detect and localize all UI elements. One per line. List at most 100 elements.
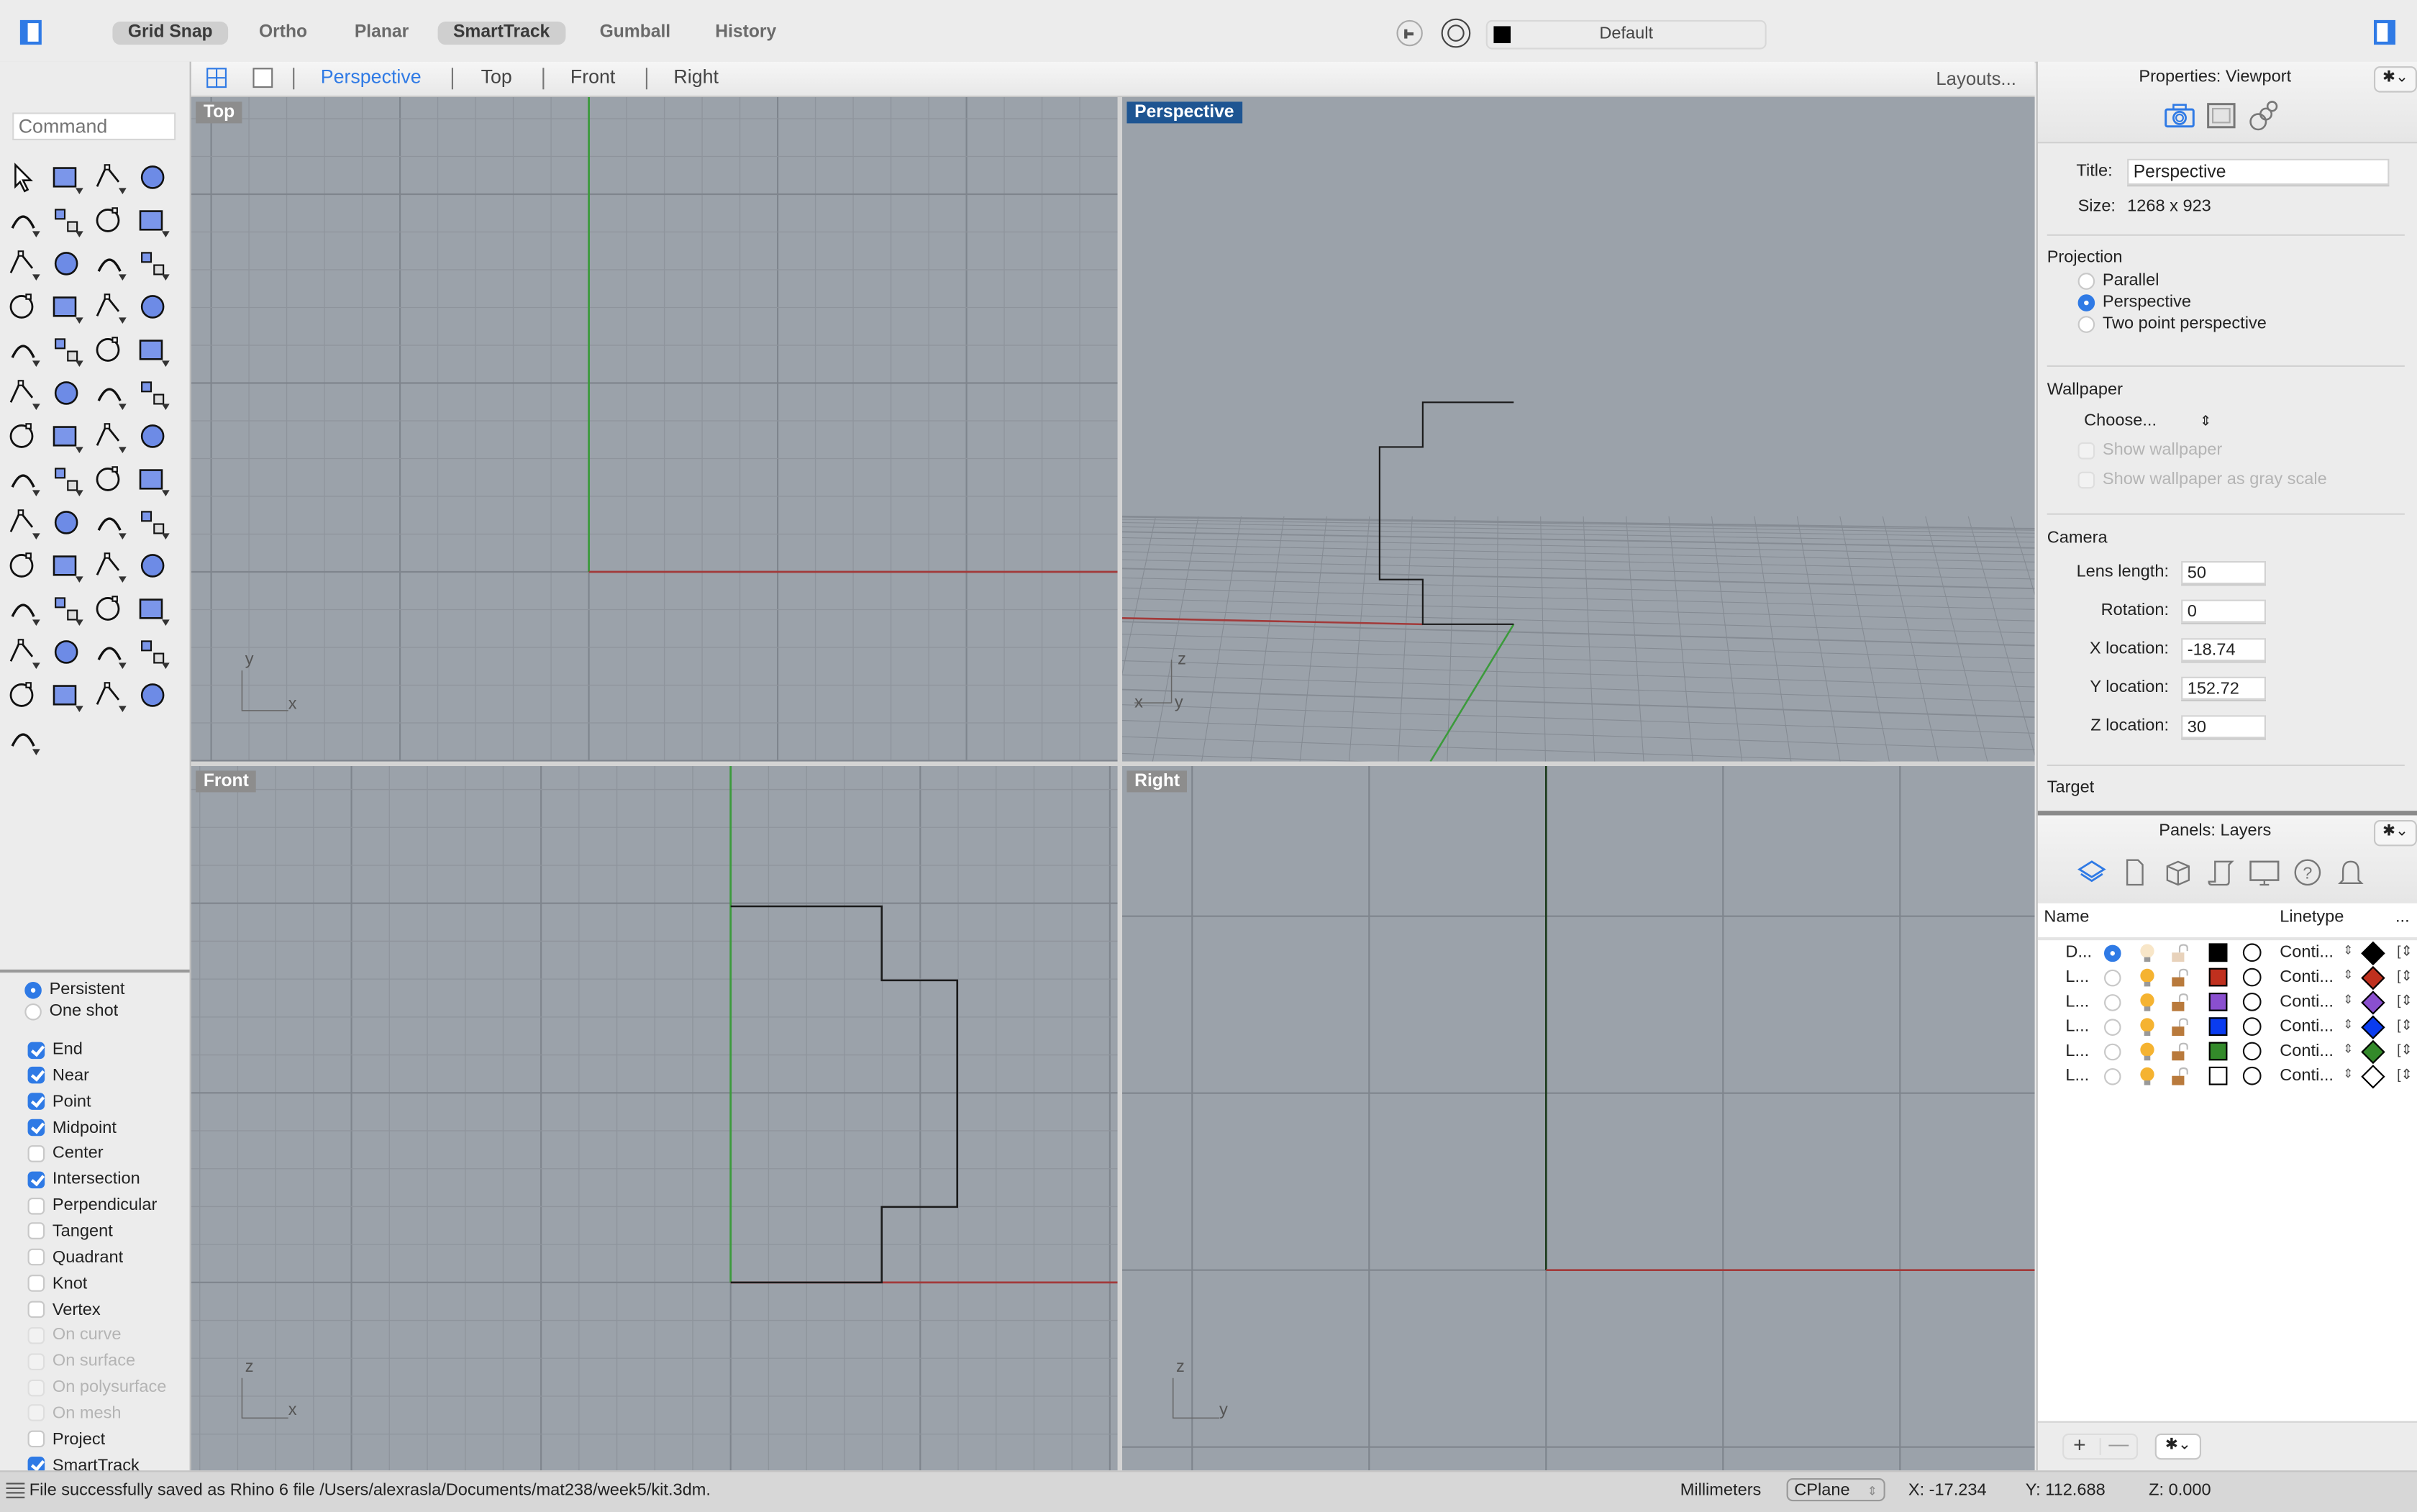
zoom-window-icon[interactable] xyxy=(47,547,84,584)
camera-z-location-input[interactable]: 30 xyxy=(2181,715,2266,739)
layer-current-radio[interactable] xyxy=(2104,1068,2121,1085)
object-linkage-icon[interactable] xyxy=(2247,99,2281,132)
layer-row[interactable]: L... Conti... ⇕ [⇕ xyxy=(2038,1014,2417,1039)
column-name[interactable]: Name xyxy=(2044,908,2089,926)
layer-linetype[interactable]: Conti... xyxy=(2280,1042,2334,1061)
four-viewports-icon[interactable] xyxy=(206,68,227,88)
units-label[interactable]: Millimeters xyxy=(1680,1481,1762,1500)
column-linetype[interactable]: Linetype xyxy=(2280,908,2344,926)
updown-chevron-icon[interactable]: ⇕ xyxy=(2343,1017,2353,1031)
mirror-icon[interactable] xyxy=(134,461,170,498)
layer-color-swatch[interactable] xyxy=(2208,1042,2228,1061)
layer-color-swatch[interactable] xyxy=(2208,967,2228,987)
osnap-intersection-checkbox[interactable]: Intersection xyxy=(27,1167,140,1192)
tab-top[interactable]: Top xyxy=(481,66,512,88)
command-history-icon[interactable] xyxy=(6,1483,25,1500)
primitives-icon[interactable] xyxy=(91,504,127,541)
updown-chevron-icon[interactable]: ⇕ xyxy=(2343,993,2353,1006)
script-scroll-icon[interactable] xyxy=(2204,855,2238,889)
lightbulb-icon[interactable] xyxy=(2138,1042,2157,1062)
command-input[interactable] xyxy=(12,112,176,140)
material-circle-icon[interactable] xyxy=(2242,1017,2262,1036)
column-more[interactable]: ... xyxy=(2395,908,2410,926)
print-color-diamond[interactable] xyxy=(2361,941,2385,966)
viewport-label-right[interactable]: Right xyxy=(1126,770,1188,793)
layer-color-swatch[interactable] xyxy=(2208,943,2228,962)
walkabout-car-icon[interactable] xyxy=(47,591,84,627)
lightbulb-icon[interactable] xyxy=(2138,943,2157,963)
layer-name[interactable]: D... xyxy=(2065,943,2092,962)
curve-icon[interactable] xyxy=(134,159,170,196)
layer-cake-icon[interactable] xyxy=(91,634,127,670)
updown-chevron-icon[interactable]: ⇕ xyxy=(2343,1067,2353,1080)
viewport-perspective[interactable]: Perspective z x y xyxy=(1122,97,2035,762)
document-icon[interactable] xyxy=(2118,855,2152,889)
layer-name[interactable]: L... xyxy=(2065,968,2089,987)
layer-name[interactable]: L... xyxy=(2065,1067,2089,1085)
material-circle-icon[interactable] xyxy=(2242,1066,2262,1085)
unlock-icon[interactable] xyxy=(2170,1042,2189,1062)
layer-current-radio[interactable] xyxy=(2104,1043,2121,1061)
single-viewport-icon[interactable] xyxy=(252,68,273,88)
lightbulb-icon[interactable] xyxy=(4,634,41,670)
layer-row[interactable]: L... Conti... ⇕ [⇕ xyxy=(2038,1064,2417,1089)
join-puzzle-icon[interactable] xyxy=(4,332,41,368)
zoom-in-out-icon[interactable] xyxy=(4,547,41,584)
print-width-select[interactable]: [⇕ xyxy=(2397,1067,2413,1084)
grid-sphere-icon[interactable] xyxy=(47,677,84,714)
camera-icon[interactable] xyxy=(2162,101,2196,129)
layer-row[interactable]: L... Conti... ⇕ [⇕ xyxy=(2038,1039,2417,1065)
fillet-edge-icon[interactable] xyxy=(4,504,41,541)
layer-name[interactable]: L... xyxy=(2065,993,2089,1011)
unlock-icon[interactable] xyxy=(2170,943,2189,963)
layer-current-radio[interactable] xyxy=(2104,969,2121,987)
rectangle-icon[interactable] xyxy=(134,202,170,239)
osnap-on-surface-checkbox[interactable]: On surface xyxy=(27,1349,135,1373)
osnap-on-curve-checkbox[interactable]: On curve xyxy=(27,1323,122,1347)
viewport-right[interactable]: Right z y xyxy=(1122,766,2035,1471)
material-circle-icon[interactable] xyxy=(2242,993,2262,1011)
pyramid-hand-icon[interactable] xyxy=(134,504,170,541)
ellipse-icon[interactable] xyxy=(47,202,84,239)
mode-planar-button[interactable]: Planar xyxy=(339,22,424,45)
properties-gear-button[interactable]: ✱⌄ xyxy=(2374,66,2417,93)
sphere-boolean-icon[interactable] xyxy=(47,288,84,325)
surface-from-points-icon[interactable] xyxy=(91,245,127,282)
updown-chevron-icon[interactable]: ⇕ xyxy=(2343,943,2353,957)
layer-linetype[interactable]: Conti... xyxy=(2280,1067,2334,1085)
cplane-grid-icon[interactable] xyxy=(91,591,127,627)
camera-rotation-input[interactable]: 0 xyxy=(2181,599,2266,623)
layer-linetype[interactable]: Conti... xyxy=(2280,943,2334,962)
rotate-icon[interactable] xyxy=(134,418,170,455)
viewport-top[interactable]: Top y x xyxy=(191,97,1118,762)
lightbulb-icon[interactable] xyxy=(2138,1067,2157,1087)
layer-options-gear-button[interactable]: ✱⌄ xyxy=(2154,1433,2201,1460)
lightbulb-icon[interactable] xyxy=(2138,993,2157,1013)
material-circle-icon[interactable] xyxy=(2242,1042,2262,1061)
lock-icon[interactable] xyxy=(47,634,84,670)
camera-lens-length-input[interactable]: 50 xyxy=(2181,561,2266,585)
viewport-title-input[interactable]: Perspective xyxy=(2127,158,2390,186)
rotate-view-icon[interactable] xyxy=(4,591,41,627)
zoom-selected-icon[interactable] xyxy=(134,547,170,584)
shaded-sphere-icon[interactable] xyxy=(4,677,41,714)
print-width-select[interactable]: [⇕ xyxy=(2397,968,2413,985)
rebuild-curve-icon[interactable] xyxy=(91,375,127,411)
viewport-label-front[interactable]: Front xyxy=(196,770,257,793)
osnap-mode-one-shot-radio[interactable]: One shot xyxy=(24,999,118,1024)
layer-current-radio[interactable] xyxy=(2104,944,2121,962)
layer-name[interactable]: L... xyxy=(2065,1042,2089,1061)
viewport-label-top[interactable]: Top xyxy=(196,101,242,124)
osnap-end-checkbox[interactable]: End xyxy=(27,1037,83,1062)
osnap-knot-checkbox[interactable]: Knot xyxy=(27,1271,87,1295)
color-wheel-icon[interactable] xyxy=(134,634,170,670)
dimension-icon[interactable] xyxy=(4,720,41,757)
cplane-select[interactable]: CPlane ⇕ xyxy=(1786,1478,1885,1502)
unlock-icon[interactable] xyxy=(2170,1067,2189,1087)
show-wallpaper-checkbox[interactable]: Show wallpaper xyxy=(2077,438,2222,463)
projection-two-point-perspective-radio[interactable]: Two point perspective xyxy=(2077,311,2267,336)
notification-bell-icon[interactable] xyxy=(2334,855,2367,889)
layer-name[interactable]: L... xyxy=(2065,1017,2089,1036)
print-width-select[interactable]: [⇕ xyxy=(2397,1017,2413,1034)
array-icon[interactable] xyxy=(91,461,127,498)
